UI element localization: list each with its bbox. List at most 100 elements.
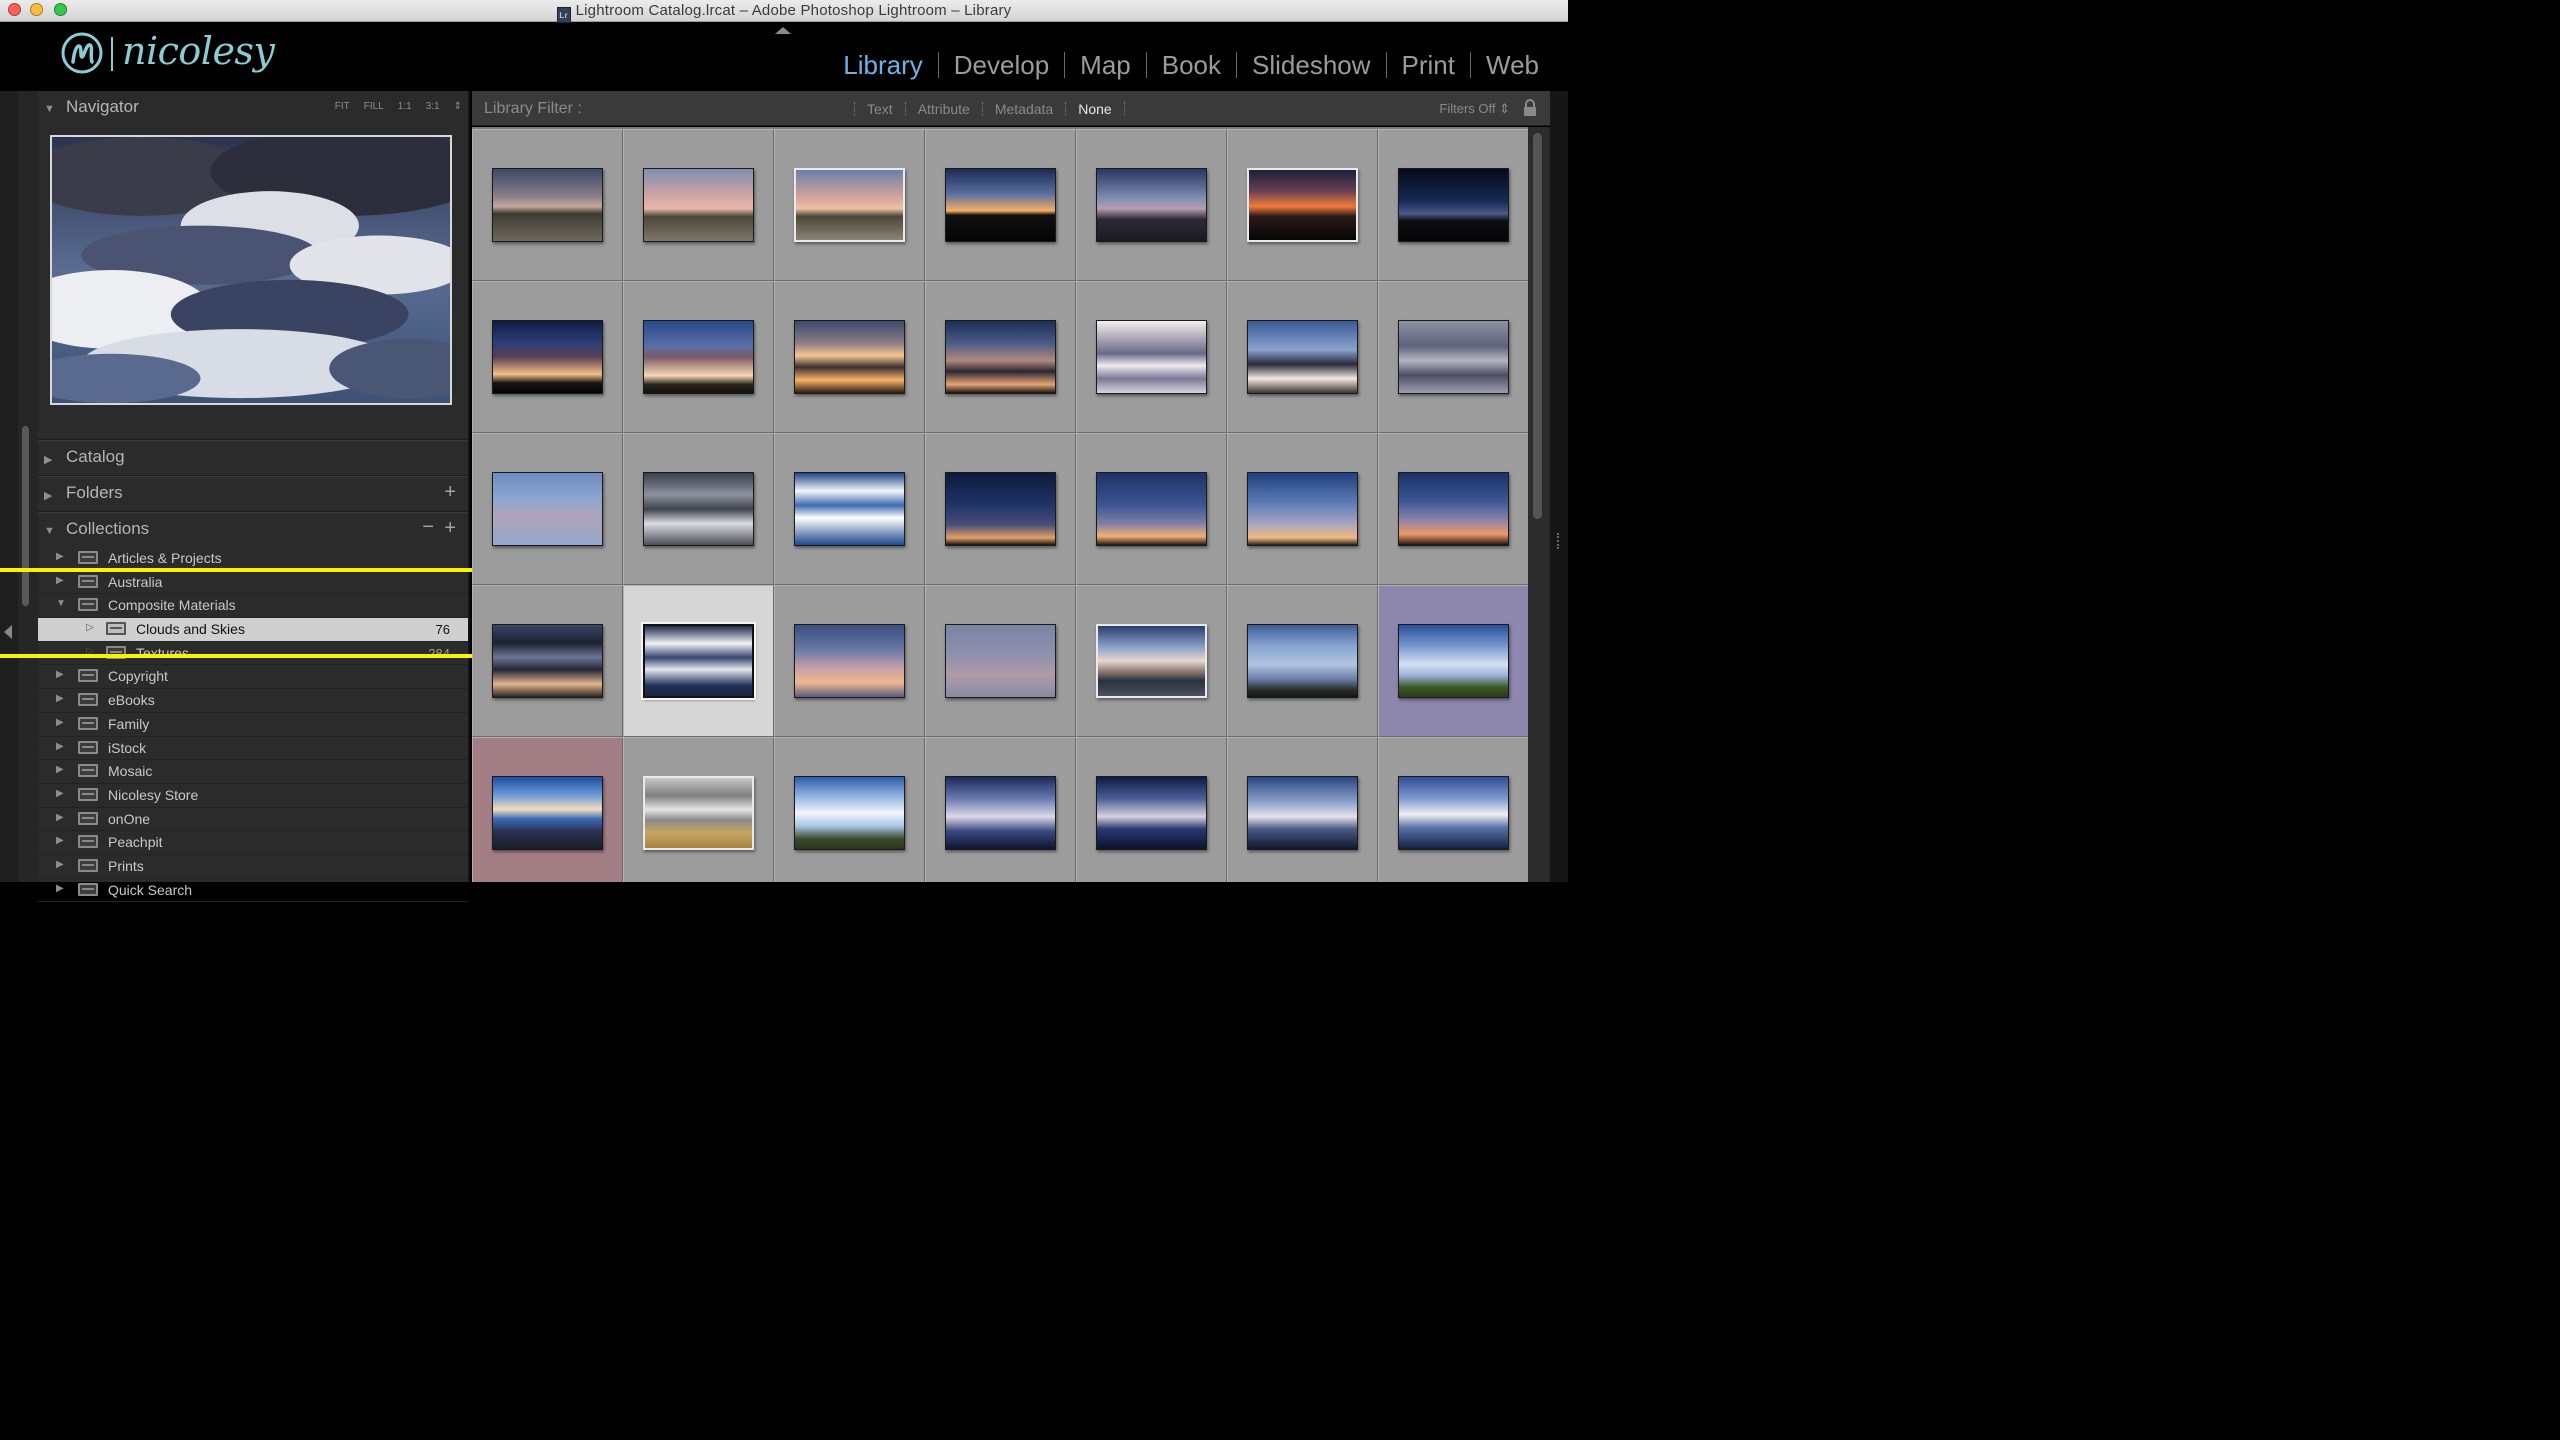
collapsed-triangle-icon[interactable]: ▶ bbox=[56, 741, 64, 752]
zoom-fill[interactable]: FILL bbox=[364, 101, 384, 112]
grid-cell[interactable] bbox=[925, 129, 1076, 281]
grid-cell[interactable] bbox=[1076, 585, 1227, 737]
catalog-panel-header[interactable]: ▶ Catalog bbox=[38, 441, 468, 475]
filter-metadata[interactable]: Metadata bbox=[983, 101, 1065, 117]
photo-thumbnail[interactable] bbox=[643, 472, 754, 546]
photo-thumbnail[interactable] bbox=[492, 320, 603, 394]
folders-panel-header[interactable]: ▶ Folders + bbox=[38, 477, 468, 511]
photo-thumbnail[interactable] bbox=[945, 624, 1056, 698]
photo-thumbnail[interactable] bbox=[492, 168, 603, 242]
photo-thumbnail[interactable] bbox=[1247, 776, 1358, 850]
filter-none[interactable]: None bbox=[1066, 101, 1123, 117]
module-slideshow[interactable]: Slideshow bbox=[1237, 49, 1386, 81]
grid-cell[interactable] bbox=[472, 129, 623, 281]
photo-thumbnail[interactable] bbox=[1096, 472, 1207, 546]
collection-set-onone[interactable]: ▶ onOne bbox=[38, 808, 468, 832]
zoom-fit[interactable]: FIT bbox=[335, 101, 350, 112]
collapsed-triangle-icon[interactable]: ▶ bbox=[56, 693, 64, 704]
photo-thumbnail[interactable] bbox=[794, 624, 905, 698]
grid-cell[interactable] bbox=[1378, 281, 1529, 433]
photo-thumbnail[interactable] bbox=[492, 776, 603, 850]
collapsed-triangle-icon[interactable]: ▶ bbox=[56, 859, 64, 870]
module-library[interactable]: Library bbox=[828, 49, 937, 81]
grid-cell[interactable] bbox=[925, 433, 1076, 585]
grid-cell[interactable] bbox=[472, 433, 623, 585]
collection-set-prints[interactable]: ▶ Prints bbox=[38, 855, 468, 879]
grid-cell[interactable] bbox=[623, 281, 774, 433]
module-develop[interactable]: Develop bbox=[939, 49, 1064, 81]
module-map[interactable]: Map bbox=[1065, 49, 1146, 81]
photo-thumbnail[interactable] bbox=[1096, 320, 1207, 394]
collapsed-triangle-icon[interactable]: ▶ bbox=[56, 788, 64, 799]
grid-cell[interactable] bbox=[774, 433, 925, 585]
collapsed-triangle-icon[interactable]: ▶ bbox=[56, 883, 64, 894]
grid-cell[interactable] bbox=[925, 585, 1076, 737]
grid-cell[interactable] bbox=[1378, 129, 1529, 281]
collection-set-peachpit[interactable]: ▶ Peachpit bbox=[38, 831, 468, 855]
navigator-panel-header[interactable]: ▼ Navigator FIT FILL 1:1 3:1 ⇕ bbox=[38, 91, 468, 125]
photo-thumbnail[interactable] bbox=[794, 472, 905, 546]
photo-thumbnail[interactable] bbox=[1247, 320, 1358, 394]
photo-thumbnail[interactable] bbox=[1096, 624, 1207, 698]
photo-thumbnail[interactable] bbox=[643, 776, 754, 850]
zoom-stepper-icon[interactable]: ⇕ bbox=[454, 101, 462, 112]
collection-set-copyright[interactable]: ▶ Copyright bbox=[38, 665, 468, 690]
photo-thumbnail[interactable] bbox=[641, 622, 756, 700]
photo-thumbnail[interactable] bbox=[1096, 776, 1207, 850]
grid-cell[interactable] bbox=[623, 129, 774, 281]
zoom-1-1[interactable]: 1:1 bbox=[398, 101, 412, 112]
add-folder-plus-icon[interactable]: + bbox=[444, 481, 456, 504]
collection-set-quick-search[interactable]: ▶ Quick Search bbox=[38, 879, 468, 903]
module-book[interactable]: Book bbox=[1147, 49, 1236, 81]
photo-thumbnail[interactable] bbox=[945, 472, 1056, 546]
grid-cell[interactable] bbox=[925, 737, 1076, 882]
collapsed-triangle-icon[interactable]: ▶ bbox=[56, 835, 64, 846]
photo-thumbnail[interactable] bbox=[1247, 624, 1358, 698]
grid-cell[interactable] bbox=[774, 737, 925, 882]
photo-thumbnail[interactable] bbox=[794, 776, 905, 850]
photo-thumbnail[interactable] bbox=[1247, 472, 1358, 546]
grid-cell[interactable] bbox=[472, 585, 623, 737]
add-collection-plus-icon[interactable]: + bbox=[444, 517, 456, 540]
collapsed-triangle-icon[interactable]: ▶ bbox=[56, 551, 64, 562]
grid-cell[interactable] bbox=[472, 281, 623, 433]
grid-cell[interactable] bbox=[1076, 737, 1227, 882]
photo-thumbnail[interactable] bbox=[1398, 320, 1509, 394]
collapsed-triangle-icon[interactable]: ▶ bbox=[56, 669, 64, 680]
grid-cell[interactable] bbox=[1378, 433, 1529, 585]
collection-set-nicolesy-store[interactable]: ▶ Nicolesy Store bbox=[38, 784, 468, 808]
lock-icon[interactable] bbox=[1522, 99, 1538, 117]
grid-cell[interactable] bbox=[1378, 585, 1529, 737]
photo-thumbnail[interactable] bbox=[1398, 472, 1509, 546]
grid-cell[interactable] bbox=[1076, 433, 1227, 585]
grid-cell[interactable] bbox=[1378, 737, 1529, 882]
zoom-3-1[interactable]: 3:1 bbox=[426, 101, 440, 112]
grid-cell[interactable] bbox=[472, 737, 623, 882]
module-web[interactable]: Web bbox=[1471, 49, 1554, 81]
photo-thumbnail[interactable] bbox=[794, 168, 905, 242]
grid-cell[interactable] bbox=[774, 281, 925, 433]
grid-cell[interactable] bbox=[1227, 737, 1378, 882]
photo-thumbnail[interactable] bbox=[945, 776, 1056, 850]
right-panel-toggle-icon[interactable] bbox=[1557, 533, 1560, 549]
photo-thumbnail[interactable] bbox=[794, 320, 905, 394]
collections-panel-header[interactable]: ▼ Collections − + bbox=[38, 513, 468, 547]
grid-scrollbar[interactable] bbox=[1528, 127, 1550, 882]
grid-cell[interactable] bbox=[623, 433, 774, 585]
photo-thumbnail[interactable] bbox=[1096, 168, 1207, 242]
collapsed-triangle-icon[interactable]: ▶ bbox=[56, 812, 64, 823]
photo-thumbnail[interactable] bbox=[945, 168, 1056, 242]
collection-set-ebooks[interactable]: ▶ eBooks bbox=[38, 689, 468, 713]
photo-thumbnail[interactable] bbox=[1247, 168, 1358, 242]
grid-scroll-thumb[interactable] bbox=[1533, 133, 1542, 519]
collection-set-mosaic[interactable]: ▶ Mosaic bbox=[38, 760, 468, 784]
photo-thumbnail[interactable] bbox=[643, 320, 754, 394]
grid-cell[interactable] bbox=[1227, 433, 1378, 585]
photo-thumbnail[interactable] bbox=[643, 168, 754, 242]
filter-presets-dropdown[interactable]: Filters Off ⇕ bbox=[1439, 101, 1510, 117]
photo-thumbnail[interactable] bbox=[1398, 624, 1509, 698]
photo-thumbnail[interactable] bbox=[492, 472, 603, 546]
grid-cell[interactable] bbox=[774, 585, 925, 737]
grid-cell[interactable] bbox=[623, 737, 774, 882]
filter-text[interactable]: Text bbox=[855, 101, 905, 117]
